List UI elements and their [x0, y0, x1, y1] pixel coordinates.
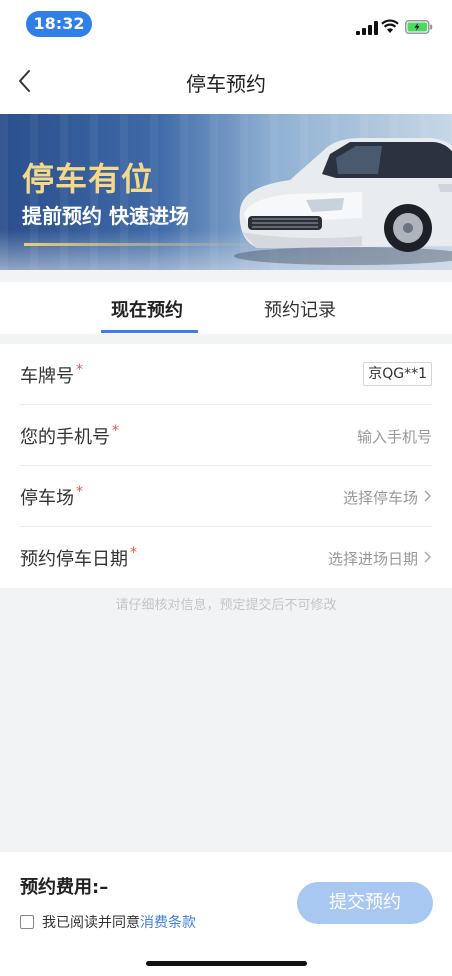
notice-text: 请仔细核对信息，预定提交后不可修改 — [115, 598, 337, 613]
status-bar: 18:32 — [0, 0, 452, 48]
chevron-right-icon — [424, 490, 432, 502]
banner-subline: 提前预约 快速进场 — [22, 204, 189, 228]
status-time: 18:32 — [26, 11, 92, 37]
wifi-icon — [381, 19, 399, 33]
entry-date-select[interactable]: 选择进场日期 — [328, 548, 418, 569]
parking-lot-label-text: 停车场 — [20, 488, 74, 509]
page-title: 停车预约 — [186, 72, 266, 96]
chevron-right-icon — [424, 551, 432, 563]
plate-row[interactable]: 车牌号 * 京QG**1 — [20, 344, 432, 405]
banner-light-streak — [24, 243, 264, 246]
booking-form: 车牌号 * 京QG**1 您的手机号 * 输入手机号 停车场 * 选择停车场 预约停车… — [0, 344, 452, 588]
required-mark: * — [130, 545, 137, 561]
tab-book-now[interactable]: 现在预约 — [111, 296, 183, 322]
tab-booking-records[interactable]: 预约记录 — [264, 296, 336, 322]
booking-date-label: 预约停车日期 * — [20, 545, 137, 571]
tab-bar: 现在预约 预约记录 — [0, 282, 452, 334]
booking-date-row[interactable]: 预约停车日期 * 选择进场日期 — [20, 527, 432, 588]
battery-icon — [405, 20, 433, 34]
active-tab-indicator — [101, 330, 198, 333]
signal-icon — [356, 21, 378, 35]
booking-date-label-text: 预约停车日期 — [20, 549, 128, 570]
home-indicator — [146, 961, 307, 966]
agree-text: 我已阅读并同意 — [42, 915, 140, 931]
terms-link[interactable]: 消费条款 — [140, 915, 196, 931]
plate-label: 车牌号 * — [20, 362, 83, 388]
banner-headline: 停车有位 — [22, 160, 155, 198]
required-mark: * — [112, 423, 119, 439]
phone-input[interactable]: 输入手机号 — [357, 426, 432, 447]
booking-fee: 预约费用:– — [20, 877, 109, 898]
submit-booking-button[interactable]: 提交预约 — [297, 882, 433, 924]
required-mark: * — [76, 484, 83, 500]
phone-label-text: 您的手机号 — [20, 427, 110, 448]
terms-agreement: 我已阅读并同意消费条款 — [20, 912, 196, 932]
plate-number-value[interactable]: 京QG**1 — [363, 362, 432, 386]
parking-lot-select[interactable]: 选择停车场 — [343, 487, 418, 508]
parking-lot-row[interactable]: 停车场 * 选择停车场 — [20, 466, 432, 527]
parking-lot-label: 停车场 * — [20, 484, 83, 510]
plate-label-text: 车牌号 — [20, 366, 74, 387]
nav-bar: 停车预约 — [0, 48, 452, 114]
required-mark: * — [76, 362, 83, 378]
promo-banner[interactable]: 停车有位 提前预约 快速进场 — [0, 114, 452, 270]
footer-bar: 预约费用:– 我已阅读并同意消费条款 提交预约 — [0, 852, 452, 976]
car-image — [234, 138, 452, 265]
phone-row[interactable]: 您的手机号 * 输入手机号 — [20, 405, 432, 466]
agree-checkbox[interactable] — [20, 915, 34, 929]
phone-label: 您的手机号 * — [20, 423, 119, 449]
